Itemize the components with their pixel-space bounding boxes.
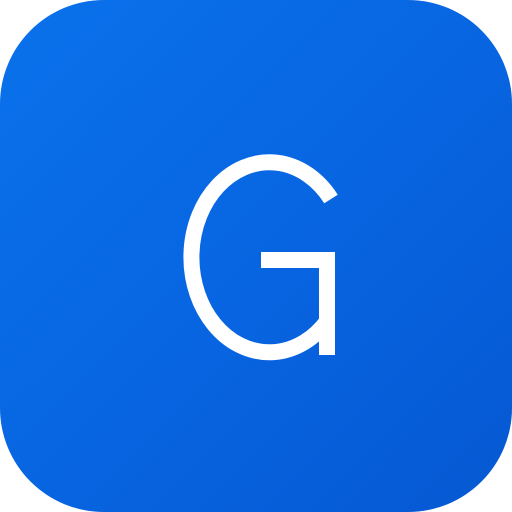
app-icon[interactable]: G: [0, 0, 512, 512]
letter-g-icon: G: [183, 154, 338, 361]
